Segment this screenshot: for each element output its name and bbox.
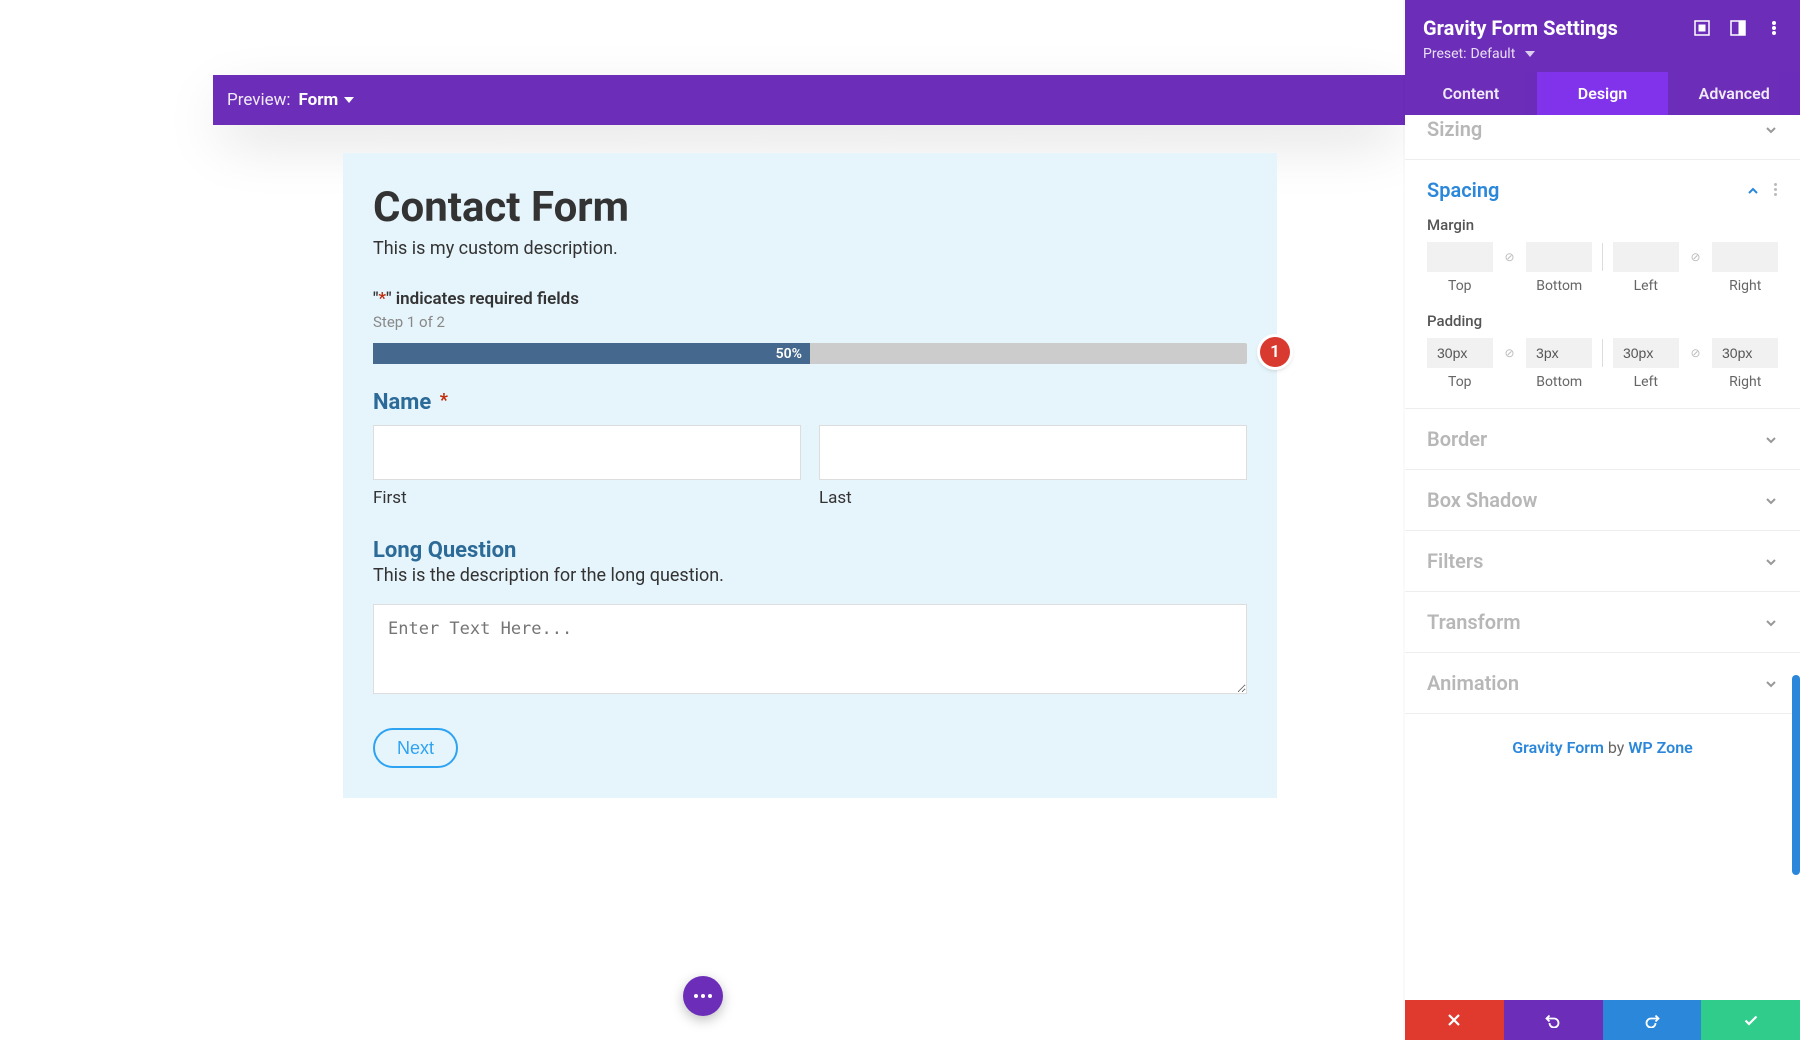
padding-label: Padding: [1427, 312, 1778, 330]
tab-design[interactable]: Design: [1537, 72, 1669, 115]
padding-right-input[interactable]: [1712, 338, 1778, 368]
chevron-down-icon: [1525, 51, 1535, 57]
chevron-down-icon: [1764, 676, 1778, 690]
margin-inputs: ⊘ ⊘: [1427, 242, 1778, 272]
preview-label: Preview:: [227, 90, 291, 110]
margin-labels: Top Bottom Left Right: [1427, 278, 1778, 294]
panel-body: Sizing Spacing Margin ⊘ ⊘: [1405, 115, 1800, 1000]
undo-button[interactable]: [1504, 1000, 1603, 1040]
annotation-badge: 1: [1260, 337, 1290, 367]
expand-icon[interactable]: [1694, 20, 1710, 36]
panel-footer: [1405, 1000, 1800, 1040]
first-name-input[interactable]: [373, 425, 801, 480]
attribution: Gravity Form by WP Zone: [1405, 714, 1800, 797]
section-transform[interactable]: Transform: [1405, 592, 1800, 653]
scrollbar-thumb[interactable]: [1792, 675, 1800, 875]
section-title: Border: [1427, 427, 1764, 451]
long-question-label: Long Question: [373, 538, 1247, 563]
margin-right-input[interactable]: [1712, 242, 1778, 272]
step-indicator: Step 1 of 2: [373, 313, 1247, 331]
panel-header: Gravity Form Settings Preset: Default: [1405, 0, 1800, 72]
padding-left-input[interactable]: [1613, 338, 1679, 368]
form-title: Contact Form: [373, 183, 1247, 232]
section-sizing[interactable]: Sizing: [1405, 115, 1800, 160]
kebab-menu-icon[interactable]: [1774, 183, 1778, 198]
next-button[interactable]: Next: [373, 728, 458, 768]
link-icon[interactable]: ⊘: [1501, 346, 1518, 360]
margin-top-input[interactable]: [1427, 242, 1493, 272]
attribution-author-link[interactable]: WP Zone: [1628, 738, 1692, 757]
chevron-down-icon: [1764, 432, 1778, 446]
chevron-down-icon: [1764, 615, 1778, 629]
section-spacing: Spacing Margin ⊘ ⊘ Top Bot: [1405, 160, 1800, 409]
chevron-down-icon: [1764, 493, 1778, 507]
form-card: 1 Contact Form This is my custom descrip…: [343, 153, 1277, 798]
section-title: Animation: [1427, 671, 1764, 695]
chevron-up-icon: [1746, 183, 1760, 197]
name-field-label: Name *: [373, 390, 1247, 415]
divider: [1602, 243, 1603, 271]
padding-bottom-input[interactable]: [1526, 338, 1592, 368]
margin-left-input[interactable]: [1613, 242, 1679, 272]
section-title: Box Shadow: [1427, 488, 1764, 512]
progress-percent: 50%: [776, 346, 802, 362]
section-title: Filters: [1427, 549, 1764, 573]
cancel-button[interactable]: [1405, 1000, 1504, 1040]
margin-bottom-input[interactable]: [1526, 242, 1592, 272]
preview-area: Preview: Form 1 Contact Form This is my …: [213, 75, 1407, 1040]
preview-value[interactable]: Form: [299, 90, 339, 110]
panel-title: Gravity Form Settings: [1423, 16, 1694, 40]
section-title: Sizing: [1427, 117, 1764, 141]
settings-panel: Gravity Form Settings Preset: Default Co…: [1405, 0, 1800, 1040]
asterisk-icon: *: [378, 289, 386, 309]
chevron-down-icon: [1764, 122, 1778, 136]
chevron-down-icon: [1764, 554, 1778, 568]
name-row: First Last: [373, 425, 1247, 508]
asterisk-icon: *: [440, 390, 448, 411]
kebab-menu-icon[interactable]: [1766, 20, 1782, 36]
section-animation[interactable]: Animation: [1405, 653, 1800, 714]
dock-icon[interactable]: [1730, 20, 1746, 36]
preview-header: Preview: Form: [213, 75, 1407, 125]
section-filters[interactable]: Filters: [1405, 531, 1800, 592]
first-name-sublabel: First: [373, 488, 801, 508]
redo-button[interactable]: [1603, 1000, 1702, 1040]
padding-labels: Top Bottom Left Right: [1427, 374, 1778, 390]
link-icon[interactable]: ⊘: [1687, 250, 1704, 264]
progress-bar: 50%: [373, 343, 1247, 364]
panel-tabs: Content Design Advanced: [1405, 72, 1800, 115]
tab-content[interactable]: Content: [1405, 72, 1537, 115]
divider: [1602, 339, 1603, 367]
section-header-spacing[interactable]: Spacing: [1427, 178, 1778, 202]
link-icon[interactable]: ⊘: [1687, 346, 1704, 360]
link-icon[interactable]: ⊘: [1501, 250, 1518, 264]
chevron-down-icon[interactable]: [344, 97, 354, 103]
long-question-desc: This is the description for the long que…: [373, 565, 1247, 586]
preset-selector[interactable]: Preset: Default: [1423, 46, 1782, 62]
tab-advanced[interactable]: Advanced: [1668, 72, 1800, 115]
progress-fill: 50%: [373, 343, 810, 364]
more-options-fab[interactable]: [683, 976, 723, 1016]
margin-label: Margin: [1427, 216, 1778, 234]
section-border[interactable]: Border: [1405, 409, 1800, 470]
long-question-textarea[interactable]: [373, 604, 1247, 694]
last-name-input[interactable]: [819, 425, 1247, 480]
section-box-shadow[interactable]: Box Shadow: [1405, 470, 1800, 531]
last-name-sublabel: Last: [819, 488, 1247, 508]
padding-top-input[interactable]: [1427, 338, 1493, 368]
attribution-product-link[interactable]: Gravity Form: [1512, 738, 1604, 757]
form-description: This is my custom description.: [373, 238, 1247, 259]
padding-inputs: ⊘ ⊘: [1427, 338, 1778, 368]
section-title: Spacing: [1427, 178, 1746, 202]
required-note: "*" indicates required fields: [373, 289, 1247, 309]
section-title: Transform: [1427, 610, 1764, 634]
save-button[interactable]: [1701, 1000, 1800, 1040]
